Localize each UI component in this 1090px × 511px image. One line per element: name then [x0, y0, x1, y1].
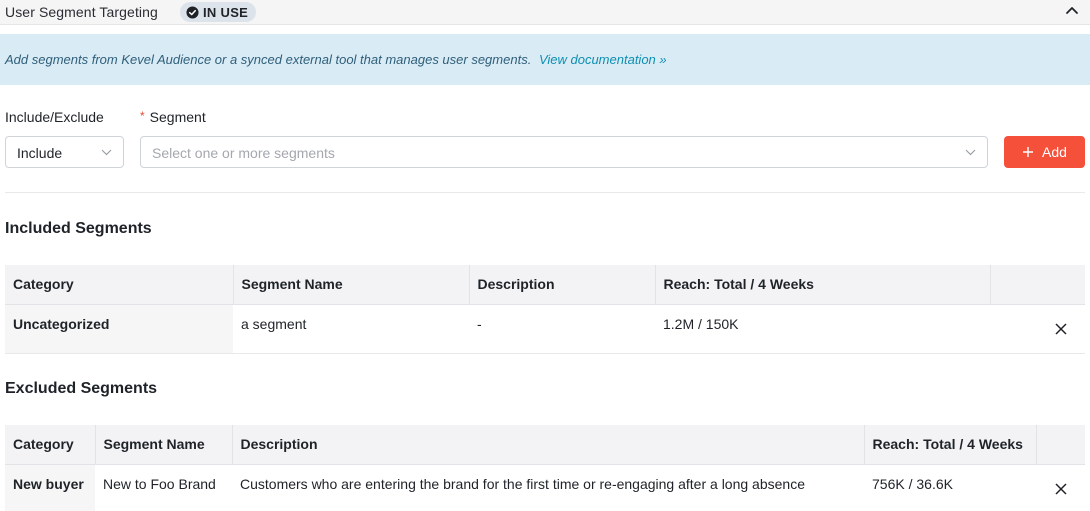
- row-actions: [1036, 464, 1085, 511]
- segment-reach: 1.2M / 150K: [655, 304, 990, 354]
- segment-name: a segment: [233, 304, 469, 354]
- column-header-actions: [1036, 425, 1085, 465]
- segment-description: -: [469, 304, 655, 354]
- excluded-segments-title: Excluded Segments: [5, 380, 158, 397]
- add-button[interactable]: Add: [1004, 136, 1085, 168]
- segment-category: New buyer: [5, 464, 95, 511]
- segment-select[interactable]: Select one or more segments: [140, 136, 988, 168]
- segment-reach: 756K / 36.6K: [864, 464, 1036, 511]
- column-header: Reach: Total / 4 Weeks: [655, 265, 991, 305]
- section-header: User Segment Targeting IN USE: [0, 0, 1090, 25]
- info-banner: Add segments from Kevel Audience or a sy…: [0, 34, 1090, 85]
- table-header-row: Category Segment Name Description Reach:…: [5, 265, 1085, 305]
- chevron-up-icon[interactable]: [1063, 2, 1081, 20]
- table-row: Uncategorized a segment - 1.2M / 150K: [5, 304, 1085, 354]
- segment-name: New to Foo Brand: [95, 464, 232, 511]
- include-exclude-select[interactable]: Include: [5, 136, 124, 168]
- divider: [5, 192, 1085, 193]
- column-header: Description: [469, 265, 656, 305]
- section-title: User Segment Targeting: [5, 4, 158, 20]
- column-header: Segment Name: [95, 425, 233, 465]
- status-badge-label: IN USE: [203, 4, 249, 20]
- status-badge: IN USE: [180, 2, 257, 22]
- chevron-down-icon: [101, 149, 112, 156]
- excluded-segments-table: Category Segment Name Description Reach:…: [5, 425, 1085, 511]
- table-row: New buyer New to Foo Brand Customers who…: [5, 464, 1085, 511]
- plus-icon: [1023, 147, 1034, 157]
- chevron-down-icon: [965, 149, 976, 156]
- close-icon[interactable]: [1055, 482, 1067, 495]
- segment-category: Uncategorized: [5, 304, 233, 354]
- segment-label-wrap: * Segment: [140, 109, 206, 125]
- included-segments-title: Included Segments: [5, 220, 152, 237]
- include-exclude-label: Include/Exclude: [5, 109, 104, 125]
- segment-label: Segment: [149, 109, 206, 125]
- column-header: Category: [5, 265, 234, 305]
- add-button-label: Add: [1042, 144, 1067, 160]
- column-header: Description: [232, 425, 865, 465]
- check-circle-icon: [186, 5, 199, 19]
- banner-text: Add segments from Kevel Audience or a sy…: [5, 52, 532, 67]
- table-header-row: Category Segment Name Description Reach:…: [5, 425, 1085, 465]
- column-header: Category: [5, 425, 96, 465]
- column-header: Segment Name: [233, 265, 470, 305]
- close-icon[interactable]: [1055, 322, 1067, 335]
- segment-placeholder: Select one or more segments: [152, 145, 335, 161]
- view-documentation-link[interactable]: View documentation »: [539, 52, 667, 67]
- required-mark: *: [140, 109, 145, 123]
- include-exclude-value: Include: [17, 145, 63, 161]
- segment-description: Customers who are entering the brand for…: [232, 464, 864, 511]
- included-segments-table: Category Segment Name Description Reach:…: [5, 265, 1085, 354]
- column-header: Reach: Total / 4 Weeks: [864, 425, 1037, 465]
- row-actions: [990, 304, 1085, 354]
- column-header-actions: [990, 265, 1085, 305]
